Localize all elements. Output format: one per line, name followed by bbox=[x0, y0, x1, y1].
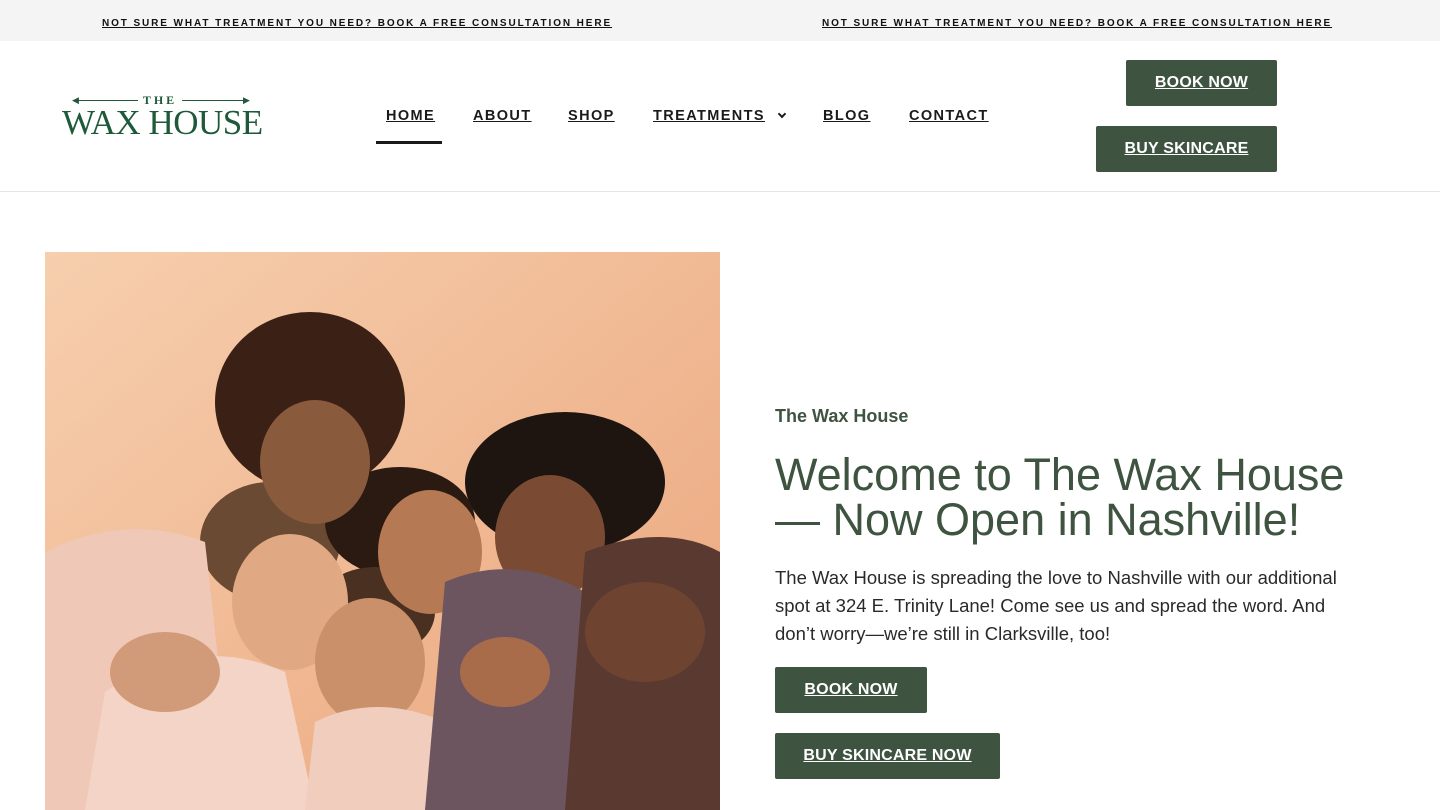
nav-item-home[interactable]: HOME bbox=[386, 107, 435, 125]
chevron-down-icon[interactable] bbox=[777, 109, 787, 119]
hero-buy-skincare-button[interactable]: BUY SKINCARE NOW bbox=[775, 733, 1000, 779]
hero-body-text: The Wax House is spreading the love to N… bbox=[775, 567, 1337, 644]
nav-item-about[interactable]: ABOUT bbox=[473, 107, 532, 125]
consultation-link-left[interactable]: NOT SURE WHAT TREATMENT YOU NEED? BOOK A… bbox=[102, 18, 612, 29]
nav-active-indicator bbox=[376, 141, 442, 144]
consultation-link-right[interactable]: NOT SURE WHAT TREATMENT YOU NEED? BOOK A… bbox=[822, 18, 1332, 29]
nav-item-treatments-label: TREATMENTS bbox=[653, 108, 766, 124]
hero-photo-illustration bbox=[45, 252, 720, 810]
hero-photo bbox=[45, 252, 720, 810]
header-book-now-button[interactable]: BOOK NOW bbox=[1126, 60, 1277, 106]
hero-book-now-button[interactable]: BOOK NOW bbox=[775, 667, 927, 713]
nav-item-shop[interactable]: SHOP bbox=[568, 107, 615, 125]
header-buy-skincare-button[interactable]: BUY SKINCARE bbox=[1096, 126, 1277, 172]
hero-headline: Welcome to The Wax House — Now Open in N… bbox=[775, 449, 1345, 545]
hero-eyebrow: The Wax House bbox=[775, 406, 909, 426]
nav-item-treatments[interactable]: TREATMENTS bbox=[653, 107, 787, 125]
logo-rule-right bbox=[182, 100, 244, 101]
logo-wordmark: WAX HOUSE bbox=[62, 103, 263, 142]
announcement-bar: NOT SURE WHAT TREATMENT YOU NEED? BOOK A… bbox=[0, 0, 1440, 41]
site-header: ◀ THE ▶ WAX HOUSE HOME ABOUT SHOP TREATM… bbox=[0, 41, 1440, 192]
nav-item-contact[interactable]: CONTACT bbox=[909, 107, 989, 125]
site-logo[interactable]: ◀ THE ▶ WAX HOUSE bbox=[62, 93, 263, 142]
nav-item-blog[interactable]: BLOG bbox=[823, 107, 871, 125]
